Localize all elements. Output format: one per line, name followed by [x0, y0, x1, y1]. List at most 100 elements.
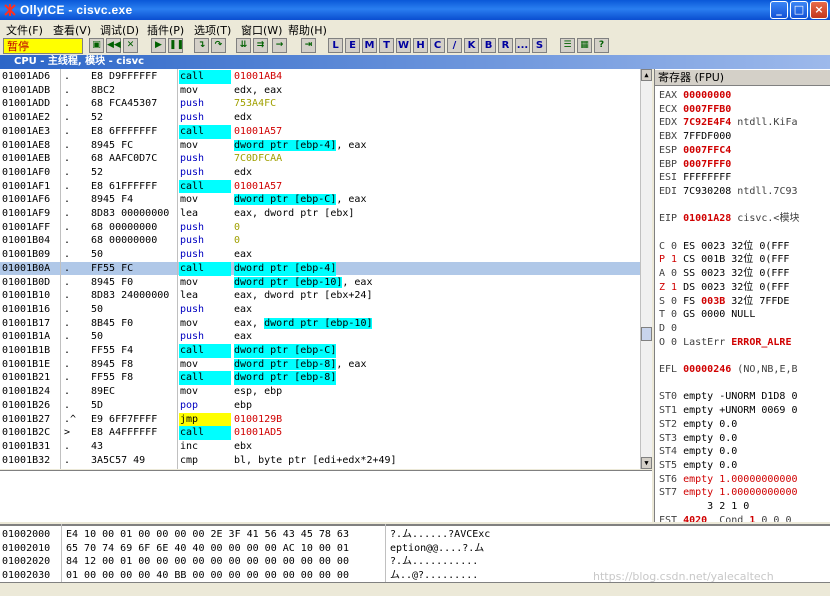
- disasm-row[interactable]: 01001B1E. 8945 F8 mov dword ptr [ebp-8], ea…: [0, 358, 640, 372]
- register-row[interactable]: EDX 7C92E4F4 ntdll.KiFa: [659, 116, 798, 130]
- register-row[interactable]: ECX 0007FFB0: [659, 103, 731, 117]
- disassembly-pane[interactable]: 01001AD6. E8 D9FFFFFF call 01001AB4 01001ADB…: [0, 69, 652, 469]
- toolbar-T[interactable]: T: [379, 38, 394, 53]
- register-row[interactable]: EBX 7FFDF000: [659, 130, 731, 144]
- go-to-icon[interactable]: ⇥: [301, 38, 316, 53]
- register-row[interactable]: ESI FFFFFFFF: [659, 171, 731, 185]
- register-row[interactable]: T 0 GS 0000 NULL: [659, 308, 755, 322]
- disasm-row[interactable]: 01001AE8. 8945 FC mov dword ptr [ebp-4], ea…: [0, 139, 640, 153]
- scroll-thumb[interactable]: [641, 327, 652, 341]
- disasm-row[interactable]: 01001B0D. 8945 F0 mov dword ptr [ebp-10], e…: [0, 276, 640, 290]
- disasm-row[interactable]: 01001ADB. 8BC2 mov edx, eax: [0, 84, 640, 98]
- register-row[interactable]: ST1 empty +UNORM 0069 0: [659, 404, 797, 418]
- restart-icon[interactable]: ◀◀: [106, 38, 121, 53]
- register-row[interactable]: ST0 empty -UNORM D1D8 0: [659, 390, 797, 404]
- register-row[interactable]: EDI 7C930208 ntdll.7C93: [659, 185, 798, 199]
- horizontal-scrollbar[interactable]: [0, 582, 830, 596]
- step-over-icon[interactable]: ↷: [211, 38, 226, 53]
- scroll-up-icon[interactable]: ▲: [641, 69, 652, 81]
- register-row[interactable]: 3 2 1 0: [659, 500, 749, 514]
- register-row[interactable]: C 0 ES 0023 32位 0(FFF: [659, 240, 789, 254]
- register-row[interactable]: ESP 0007FFC4: [659, 144, 731, 158]
- toolbar-B[interactable]: B: [481, 38, 496, 53]
- register-row[interactable]: EIP 01001A28 cisvc.<模块: [659, 212, 799, 226]
- disasm-row[interactable]: 01001AEB. 68 AAFC0D7C push 7C0DFCAA: [0, 152, 640, 166]
- disasm-row[interactable]: 01001AF1. E8 61FFFFFF call 01001A57: [0, 179, 640, 194]
- register-row[interactable]: S 0 FS 003B 32位 7FFDE: [659, 295, 789, 309]
- menu-view[interactable]: 查看(V): [53, 22, 91, 38]
- menu-help[interactable]: 帮助(H): [288, 22, 327, 38]
- run-icon[interactable]: ▶: [151, 38, 166, 53]
- disasm-row[interactable]: 01001B1A. 50 push eax: [0, 330, 640, 344]
- menu-options[interactable]: 选项(T): [194, 22, 231, 38]
- menu-window[interactable]: 窗口(W): [241, 22, 282, 38]
- toolbar-dots[interactable]: ...: [515, 38, 530, 53]
- toolbar-slash[interactable]: /: [447, 38, 462, 53]
- toolbar-R[interactable]: R: [498, 38, 513, 53]
- list-icon[interactable]: ☰: [560, 38, 575, 53]
- disasm-row[interactable]: 01001B0A. FF55 FC call dword ptr [ebp-4]: [0, 261, 640, 276]
- trace-into-icon[interactable]: ⇊: [236, 38, 251, 53]
- options-icon[interactable]: ▦: [577, 38, 592, 53]
- register-row[interactable]: EBP 0007FFF0: [659, 158, 731, 172]
- disasm-row[interactable]: 01001B04. 68 00000000 push 0: [0, 234, 640, 248]
- menu-plugins[interactable]: 插件(P): [147, 22, 184, 38]
- help-icon[interactable]: ?: [594, 38, 609, 53]
- execute-till-return-icon[interactable]: →: [272, 38, 287, 53]
- disasm-row[interactable]: 01001B26. 5D pop ebp: [0, 399, 640, 413]
- disasm-row[interactable]: 01001AD6. E8 D9FFFFFF call 01001AB4: [0, 70, 640, 84]
- register-row[interactable]: FST 4020 Cond 1 0 0 0: [659, 514, 792, 522]
- register-row[interactable]: [659, 226, 665, 240]
- disasm-row[interactable]: 01001B10. 8D83 24000000 lea eax, dword ptr …: [0, 289, 640, 303]
- register-row[interactable]: [659, 349, 665, 363]
- register-row[interactable]: [659, 377, 665, 391]
- toolbar-M[interactable]: M: [362, 38, 377, 53]
- menu-debug[interactable]: 调试(D): [100, 22, 139, 38]
- toolbar-S[interactable]: S: [532, 38, 547, 53]
- disasm-row[interactable]: 01001ADD. 68 FCA45307 push 753A4FC: [0, 97, 640, 111]
- register-row[interactable]: A 0 SS 0023 32位 0(FFF: [659, 267, 789, 281]
- scroll-down-icon[interactable]: ▼: [641, 457, 652, 469]
- trace-over-icon[interactable]: ⇉: [253, 38, 268, 53]
- register-row[interactable]: ST4 empty 0.0: [659, 445, 737, 459]
- close-program-icon[interactable]: ✕: [123, 38, 138, 53]
- registers-pane[interactable]: 寄存器 (FPU) EAX 00000000 ECX 0007FFB0 EDX 7C…: [654, 69, 830, 522]
- registers-header[interactable]: 寄存器 (FPU): [655, 70, 830, 86]
- register-row[interactable]: P 1 CS 001B 32位 0(FFF: [659, 253, 789, 267]
- register-row[interactable]: D 0: [659, 322, 683, 336]
- toolbar-H[interactable]: H: [413, 38, 428, 53]
- register-row[interactable]: EFL 00000246 (NO,NB,E,B: [659, 363, 798, 377]
- disasm-row[interactable]: 01001B27 .^ E9 6FF7FFFF jmp 0100129B: [0, 412, 640, 427]
- disasm-row[interactable]: 01001B21. FF55 F8 call dword ptr [ebp-8]: [0, 371, 640, 386]
- toolbar-K[interactable]: K: [464, 38, 479, 53]
- register-row[interactable]: EAX 00000000: [659, 89, 731, 103]
- close-button[interactable]: ×: [810, 1, 828, 19]
- disasm-row[interactable]: 01001B09. 50 push eax: [0, 248, 640, 262]
- register-row[interactable]: ST3 empty 0.0: [659, 432, 737, 446]
- register-row[interactable]: ST2 empty 0.0: [659, 418, 737, 432]
- toolbar-C[interactable]: C: [430, 38, 445, 53]
- disasm-row[interactable]: 01001AF9. 8D83 00000000 lea eax, dword ptr …: [0, 207, 640, 221]
- disasm-row[interactable]: 01001B17. 8B45 F0 mov eax, dword ptr [ebp-1…: [0, 317, 640, 331]
- disasm-row[interactable]: 01001B2C > E8 A4FFFFFF call 01001AD5: [0, 426, 640, 440]
- register-row[interactable]: [659, 199, 665, 213]
- open-icon[interactable]: ▣: [89, 38, 104, 53]
- toolbar-W[interactable]: W: [396, 38, 411, 53]
- disasm-row[interactable]: 01001AE3. E8 6FFFFFFF call 01001A57: [0, 124, 640, 139]
- disasm-row[interactable]: 01001AF0. 52 push edx: [0, 166, 640, 180]
- register-row[interactable]: O 0 LastErr ERROR_ALRE: [659, 336, 791, 350]
- step-into-icon[interactable]: ↴: [194, 38, 209, 53]
- toolbar-L[interactable]: L: [328, 38, 343, 53]
- disasm-row[interactable]: 01001B32. 3A5C57 49 cmp bl, byte ptr [edi+e…: [0, 454, 640, 468]
- disasm-row[interactable]: 01001B1B. FF55 F4 call dword ptr [ebp-C]: [0, 344, 640, 358]
- disasm-row[interactable]: 01001AE2. 52 push edx: [0, 111, 640, 125]
- register-row[interactable]: Z 1 DS 0023 32位 0(FFF: [659, 281, 789, 295]
- pause-icon[interactable]: ❚❚: [168, 38, 184, 53]
- minimize-button[interactable]: _: [770, 1, 788, 19]
- disasm-row[interactable]: 01001AF6. 8945 F4 mov dword ptr [ebp-C], ea…: [0, 193, 640, 207]
- toolbar-E[interactable]: E: [345, 38, 360, 53]
- maximize-button[interactable]: □: [790, 1, 808, 19]
- register-row[interactable]: ST7 empty 1.00000000000: [659, 486, 797, 500]
- disasm-row[interactable]: 01001B24. 89EC mov esp, ebp: [0, 385, 640, 399]
- disasm-row[interactable]: 01001B16. 50 push eax: [0, 303, 640, 317]
